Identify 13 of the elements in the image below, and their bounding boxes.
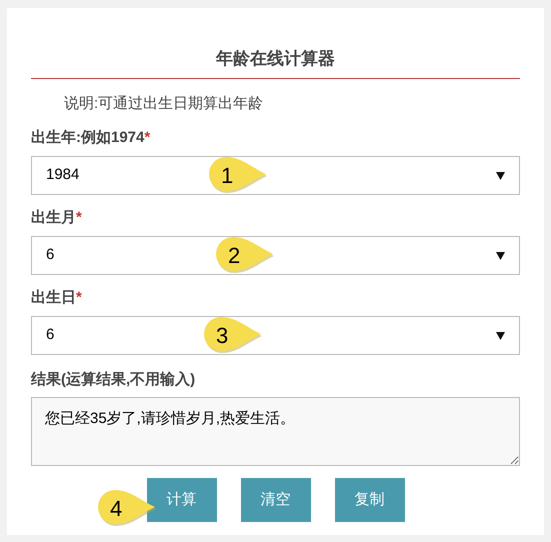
result-textarea[interactable]: 您已经35岁了,请珍惜岁月,热爱生活。 [31,397,520,466]
description-text: 说明:可通过出生日期算出年龄 [64,94,264,114]
dropdown-arrow-icon [496,172,505,180]
result-label: 结果(运算结果,不用输入) [31,371,196,388]
field-label: 出生日 [31,289,76,306]
dropdown-arrow-icon [496,332,505,340]
required-mark: * [76,289,82,306]
page-title: 年龄在线计算器 [216,48,335,70]
required-mark: * [144,129,150,146]
dropdown-arrow-icon [496,252,505,260]
field-label: 出生月 [31,209,76,226]
required-mark: * [76,209,82,226]
field-label: 出生年:例如1974 [31,129,144,146]
